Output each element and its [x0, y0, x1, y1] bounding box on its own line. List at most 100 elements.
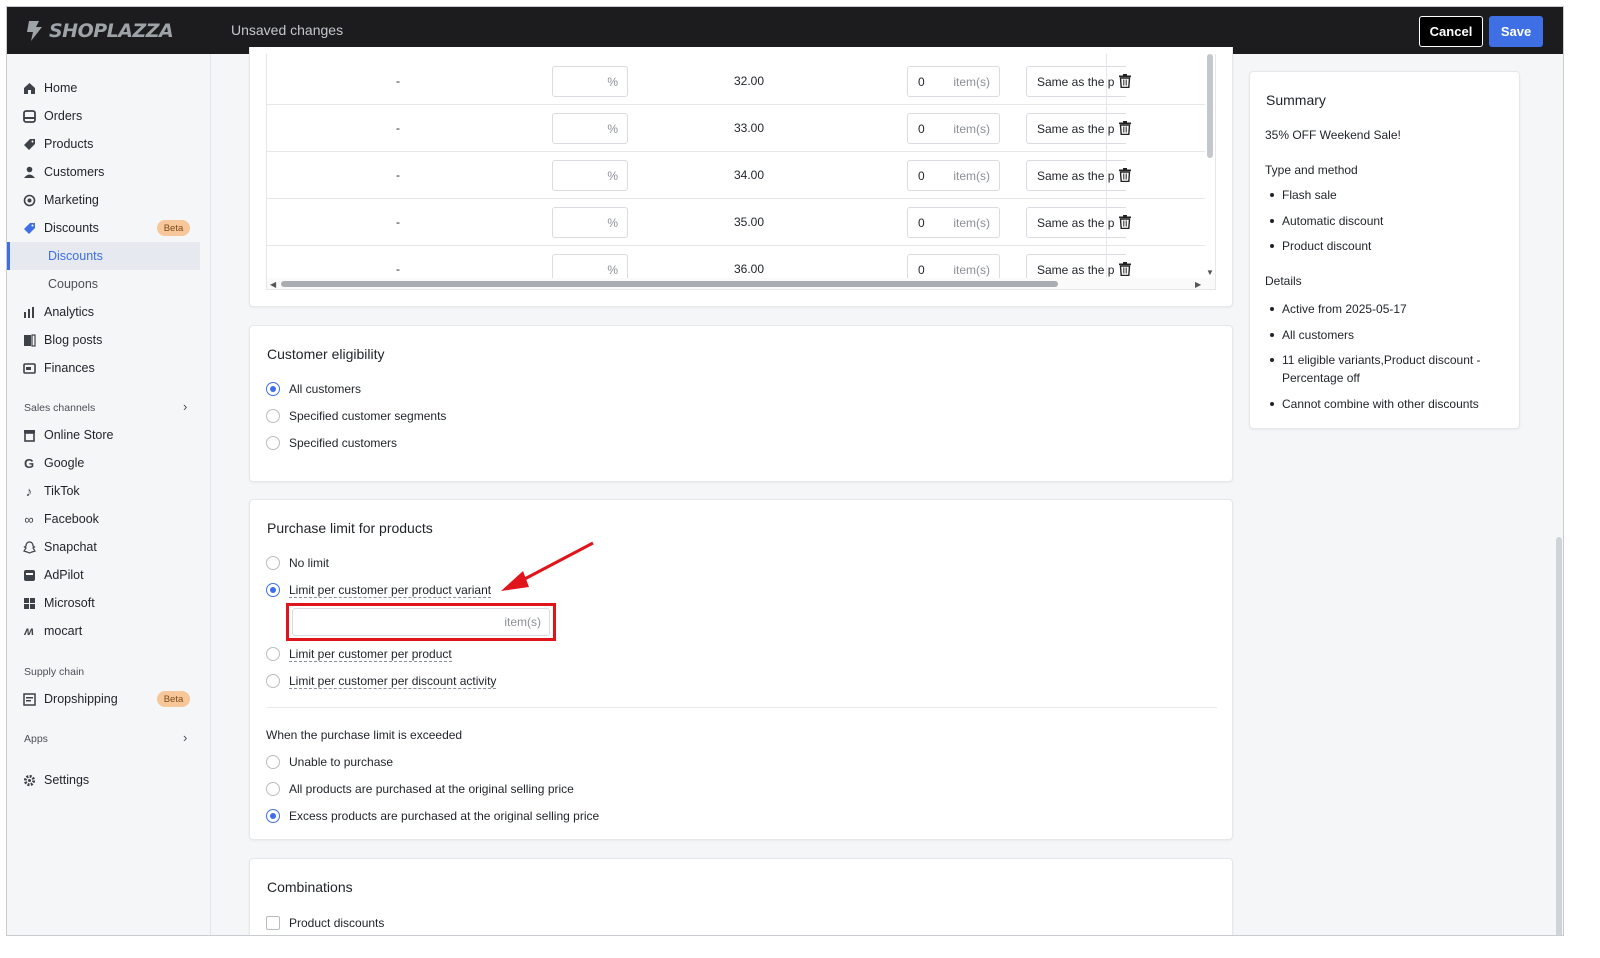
radio-excess-original-price[interactable]: Excess products are purchased at the ori… — [266, 807, 599, 825]
tiktok-icon: ♪ — [25, 483, 33, 499]
radio-no-limit[interactable]: No limit — [266, 554, 329, 572]
quantity-input[interactable]: 0 item(s) — [907, 66, 1000, 97]
discount-percent-input[interactable]: % — [552, 66, 628, 97]
inventory-select[interactable]: Same as the p — [1026, 160, 1126, 191]
quantity-input[interactable]: 0 item(s) — [907, 160, 1000, 191]
sidebar-subitem-discounts[interactable]: Discounts — [7, 242, 200, 270]
sidebar-item-snapchat[interactable]: Snapchat — [7, 533, 211, 561]
radio-button[interactable] — [266, 583, 280, 597]
sidebar-item-microsoft[interactable]: Microsoft — [7, 589, 211, 617]
sidebar-item-customers[interactable]: Customers — [7, 158, 211, 186]
radio-button[interactable] — [266, 556, 280, 570]
radio-button[interactable] — [266, 674, 280, 688]
shoplazza-logo[interactable]: SHOPLAZZA — [23, 18, 174, 44]
summary-detail-item: Cannot combine with other discounts — [1282, 397, 1479, 411]
table-row: - % 34.00 0 item(s) Same as the p — [267, 152, 1205, 199]
radio-limit-per-discount-activity[interactable]: Limit per customer per discount activity — [266, 672, 497, 690]
radio-button[interactable] — [266, 782, 280, 796]
inventory-value: Same as the p — [1037, 216, 1115, 230]
radio-button[interactable] — [266, 755, 280, 769]
radio-label: Limit per customer per product — [289, 646, 452, 662]
scroll-left-arrow-icon[interactable]: ◀ — [270, 280, 276, 289]
sidebar-item-settings[interactable]: Settings — [7, 766, 211, 794]
sidebar-item-label: Analytics — [44, 305, 95, 319]
sidebar-item-google[interactable]: G Google — [7, 449, 211, 477]
sidebar-item-label: Microsoft — [44, 596, 95, 610]
vertical-scrollbar[interactable] — [1207, 54, 1213, 158]
radio-button[interactable] — [266, 436, 280, 450]
radio-specified-customers[interactable]: Specified customers — [266, 434, 397, 452]
save-button[interactable]: Save — [1489, 16, 1543, 47]
chevron-right-icon[interactable]: › — [183, 399, 187, 414]
sidebar-item-discounts[interactable]: Discounts Beta — [7, 214, 211, 242]
discount-percent-input[interactable]: % — [552, 160, 628, 191]
trash-icon[interactable] — [1119, 74, 1131, 88]
tag-icon — [22, 137, 36, 151]
checkbox-product-discounts[interactable]: Product discounts — [266, 914, 384, 932]
sticky-column-divider — [1106, 54, 1107, 289]
discount-percent-input[interactable]: % — [552, 207, 628, 238]
quantity-input[interactable]: 0 item(s) — [907, 207, 1000, 238]
page-scrollbar[interactable] — [1556, 537, 1562, 935]
sidebar-item-blog-posts[interactable]: Blog posts — [7, 326, 211, 354]
sidebar-subitem-label: Coupons — [48, 277, 99, 291]
radio-button[interactable] — [266, 382, 280, 396]
trash-icon[interactable] — [1119, 262, 1131, 276]
radio-all-customers[interactable]: All customers — [266, 380, 361, 398]
quantity-value: 0 — [918, 75, 925, 89]
inventory-value: Same as the p — [1037, 169, 1115, 183]
trash-icon[interactable] — [1119, 168, 1131, 182]
home-icon — [22, 81, 36, 95]
sidebar-item-marketing[interactable]: Marketing — [7, 186, 211, 214]
trash-icon[interactable] — [1119, 121, 1131, 135]
sidebar-item-mocart[interactable]: ʍ mocart — [7, 617, 211, 645]
sidebar-item-products[interactable]: Products — [7, 130, 211, 158]
radio-unable-to-purchase[interactable]: Unable to purchase — [266, 753, 393, 771]
marketing-icon — [22, 193, 36, 207]
sidebar-item-adpilot[interactable]: AdPilot — [7, 561, 211, 589]
combinations-title: Combinations — [267, 879, 353, 895]
sidebar-item-analytics[interactable]: Analytics — [7, 298, 211, 326]
sidebar-item-dropshipping[interactable]: Dropshipping Beta — [7, 685, 211, 713]
sidebar-item-orders[interactable]: Orders — [7, 102, 211, 130]
microsoft-icon — [22, 596, 36, 610]
sidebar-item-online-store[interactable]: Online Store — [7, 421, 211, 449]
cancel-button[interactable]: Cancel — [1419, 16, 1483, 47]
horizontal-scrollbar[interactable] — [281, 281, 1058, 287]
limit-quantity-input[interactable]: item(s) — [292, 608, 550, 636]
discount-percent-input[interactable]: % — [552, 113, 628, 144]
radio-limit-per-variant[interactable]: Limit per customer per product variant — [266, 581, 492, 599]
table-row: - % 32.00 0 item(s) Same as the p — [267, 58, 1205, 105]
percent-unit: % — [607, 122, 618, 136]
inventory-select[interactable]: Same as the p — [1026, 66, 1126, 97]
sidebar-item-facebook[interactable]: ∞ Facebook — [7, 505, 211, 533]
exceeded-label: When the purchase limit is exceeded — [266, 728, 463, 742]
sidebar-item-tiktok[interactable]: ♪ TikTok — [7, 477, 211, 505]
radio-button[interactable] — [266, 409, 280, 423]
radio-specified-customer-segments[interactable]: Specified customer segments — [266, 407, 446, 425]
quantity-input[interactable]: 0 item(s) — [907, 113, 1000, 144]
sidebar-item-finances[interactable]: Finances — [7, 354, 211, 382]
bullet-icon — [1270, 402, 1274, 406]
annotation-arrow-icon — [501, 541, 594, 591]
sidebar-item-home[interactable]: Home — [7, 74, 211, 102]
radio-limit-per-product[interactable]: Limit per customer per product — [266, 645, 452, 663]
inventory-select[interactable]: Same as the p — [1026, 207, 1126, 238]
inventory-select[interactable]: Same as the p — [1026, 113, 1126, 144]
quantity-unit: item(s) — [953, 263, 990, 277]
checkbox[interactable] — [266, 916, 280, 930]
sidebar-item-label: Marketing — [44, 193, 99, 207]
trash-icon[interactable] — [1119, 215, 1131, 229]
scroll-right-arrow-icon[interactable]: ▶ — [1195, 280, 1201, 289]
summary-type-item: Flash sale — [1282, 188, 1337, 202]
summary-title: Summary — [1266, 92, 1326, 108]
sidebar-subitem-coupons[interactable]: Coupons — [7, 270, 200, 298]
scroll-down-arrow-icon[interactable]: ▼ — [1206, 268, 1214, 277]
radio-all-original-price[interactable]: All products are purchased at the origin… — [266, 780, 574, 798]
radio-button[interactable] — [266, 647, 280, 661]
radio-button[interactable] — [266, 809, 280, 823]
summary-detail-item: 11 eligible variants,Product discount - … — [1282, 353, 1481, 385]
sidebar-item-label: mocart — [44, 624, 83, 638]
sidebar-item-label: Dropshipping — [44, 692, 118, 706]
chevron-right-icon[interactable]: › — [183, 730, 187, 745]
